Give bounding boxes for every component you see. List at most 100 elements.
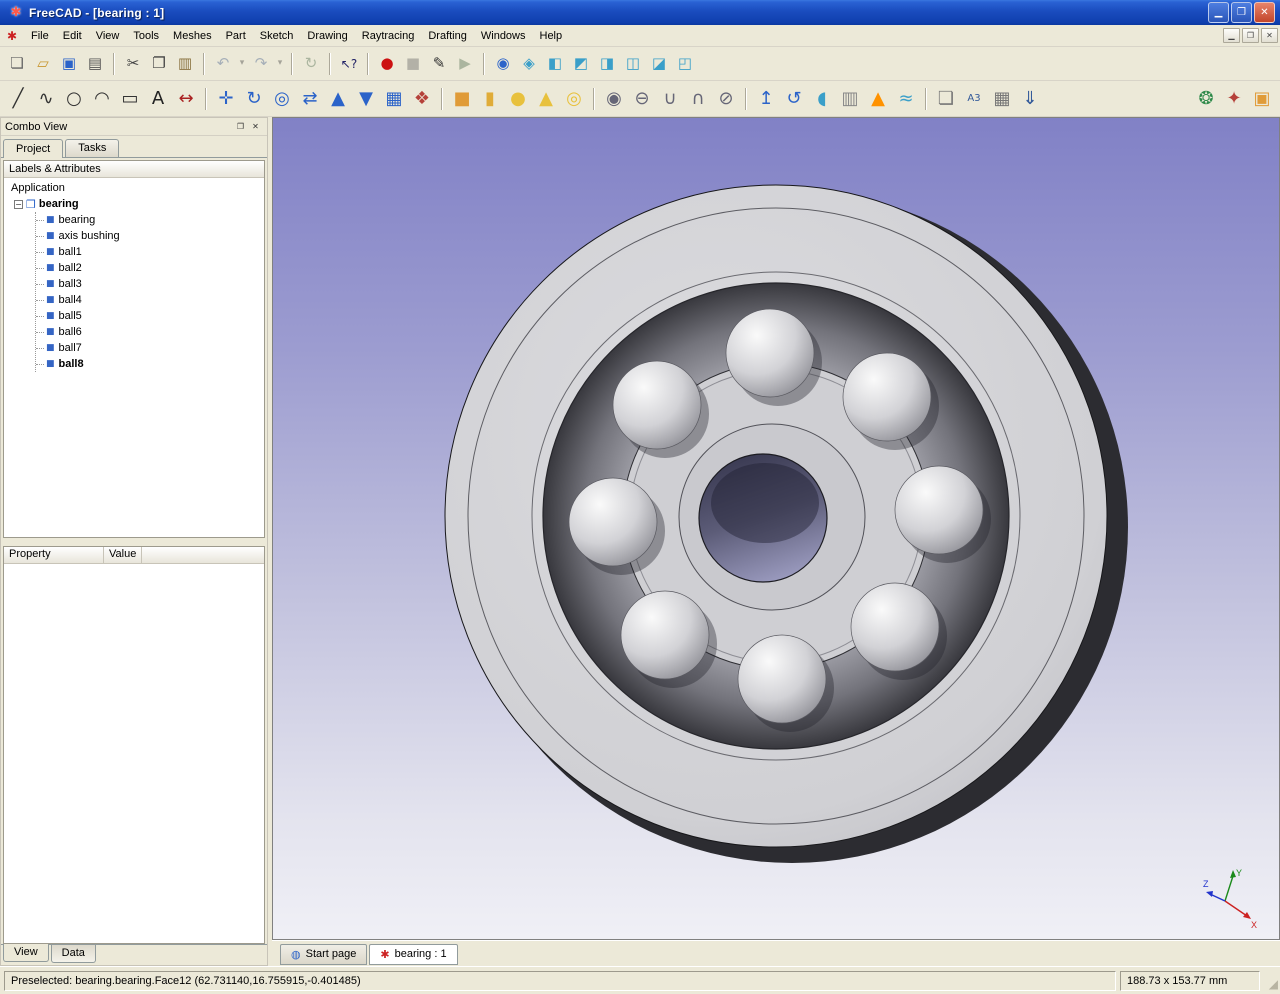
draft-dimension-button[interactable]: ↔ xyxy=(172,85,200,113)
menu-view[interactable]: View xyxy=(89,27,127,45)
copy-button[interactable]: ❐ xyxy=(146,51,172,77)
part-check-geometry-button[interactable]: ▲ xyxy=(864,85,892,113)
resize-grip[interactable]: ◢ xyxy=(1262,971,1278,991)
tree-item-ball3[interactable]: ■ ball3 xyxy=(36,276,264,292)
menu-drawing[interactable]: Drawing xyxy=(300,27,354,45)
macro-stop-button[interactable]: ■ xyxy=(400,51,426,77)
redo-dropdown[interactable]: ▾ xyxy=(274,51,286,77)
view-axonometric-button[interactable]: ◈ xyxy=(516,51,542,77)
document-window-icon[interactable]: ✱ xyxy=(4,28,20,44)
menu-drafting[interactable]: Drafting xyxy=(421,27,474,45)
print-button[interactable]: ▤ xyxy=(82,51,108,77)
part-cylinder-button[interactable]: ▮ xyxy=(476,85,504,113)
draft-trimex-button[interactable]: ⇄ xyxy=(296,85,324,113)
drawing-export-page-button[interactable]: ⇓ xyxy=(1016,85,1044,113)
window-minimize-button[interactable]: ▁ xyxy=(1208,2,1229,23)
draft-downgrade-button[interactable]: ▼ xyxy=(352,85,380,113)
view-front-button[interactable]: ◧ xyxy=(542,51,568,77)
whats-this-button[interactable]: ↖? xyxy=(336,51,362,77)
tree-item-ball5[interactable]: ■ ball5 xyxy=(36,308,264,324)
combo-view-titlebar[interactable]: Combo View ❐ ✕ xyxy=(1,118,267,136)
undo-button[interactable]: ↶ xyxy=(210,51,236,77)
child-minimize-button[interactable]: ▁ xyxy=(1223,28,1240,43)
refresh-button[interactable]: ↻ xyxy=(298,51,324,77)
child-close-button[interactable]: ✕ xyxy=(1261,28,1278,43)
window-titlebar[interactable]: ✱ FreeCAD - [bearing : 1] ▁ ❐ ✕ xyxy=(0,0,1280,25)
tab-bearing-document[interactable]: ✱ bearing : 1 xyxy=(369,944,457,965)
part-box-button[interactable]: ■ xyxy=(448,85,476,113)
draft-scale-button[interactable]: ▦ xyxy=(380,85,408,113)
menu-meshes[interactable]: Meshes xyxy=(166,27,219,45)
draft-text-button[interactable]: A xyxy=(144,85,172,113)
tree-item-application[interactable]: Application xyxy=(8,180,264,196)
view-top-button[interactable]: ◩ xyxy=(568,51,594,77)
draft-rotate-button[interactable]: ↻ xyxy=(240,85,268,113)
draft-rectangle-button[interactable]: ▭ xyxy=(116,85,144,113)
raytracing-new-project-button[interactable]: ❂ xyxy=(1192,85,1220,113)
drawing-new-page-button[interactable]: ❏ xyxy=(932,85,960,113)
part-cross-sections-button[interactable]: ▥ xyxy=(836,85,864,113)
tree-item-bearing-document[interactable]: − ❒ bearing xyxy=(8,196,264,212)
paste-button[interactable]: ▥ xyxy=(172,51,198,77)
menu-file[interactable]: File xyxy=(24,27,56,45)
menu-help[interactable]: Help xyxy=(533,27,570,45)
part-cone-button[interactable]: ▲ xyxy=(532,85,560,113)
view-left-button[interactable]: ◰ xyxy=(672,51,698,77)
value-column-header[interactable]: Value xyxy=(104,547,142,563)
window-restore-button[interactable]: ❐ xyxy=(1231,2,1252,23)
menu-raytracing[interactable]: Raytracing xyxy=(355,27,422,45)
property-column-header[interactable]: Property xyxy=(4,547,104,563)
part-torus-button[interactable]: ◎ xyxy=(560,85,588,113)
tree-item-ball8[interactable]: ■ ball8 xyxy=(36,356,264,372)
bearing-model[interactable] xyxy=(273,118,1280,941)
tab-data[interactable]: Data xyxy=(51,945,96,963)
menu-tools[interactable]: Tools xyxy=(126,27,166,45)
cut-button[interactable]: ✂ xyxy=(120,51,146,77)
draft-apply-style-button[interactable]: ❖ xyxy=(408,85,436,113)
tab-tasks[interactable]: Tasks xyxy=(65,139,119,157)
part-boolean-button[interactable]: ◉ xyxy=(600,85,628,113)
view-right-button[interactable]: ◨ xyxy=(594,51,620,77)
tab-project[interactable]: Project xyxy=(3,139,63,158)
draft-wire-button[interactable]: ∿ xyxy=(32,85,60,113)
part-sphere-button[interactable]: ● xyxy=(504,85,532,113)
part-revolve-button[interactable]: ↺ xyxy=(780,85,808,113)
part-loft-button[interactable]: ≈ xyxy=(892,85,920,113)
property-table-body[interactable] xyxy=(4,564,264,943)
menu-windows[interactable]: Windows xyxy=(474,27,533,45)
tree-item-bearing[interactable]: ■ bearing xyxy=(36,212,264,228)
new-document-button[interactable]: ❏ xyxy=(4,51,30,77)
tab-start-page[interactable]: ◍ Start page xyxy=(280,944,367,965)
tree-item-ball6[interactable]: ■ ball6 xyxy=(36,324,264,340)
part-cut-button[interactable]: ⊖ xyxy=(628,85,656,113)
open-document-button[interactable]: ▱ xyxy=(30,51,56,77)
expander-collapse-icon[interactable]: − xyxy=(14,200,23,209)
window-close-button[interactable]: ✕ xyxy=(1254,2,1275,23)
part-common-button[interactable]: ∩ xyxy=(684,85,712,113)
part-fuse-button[interactable]: ∪ xyxy=(656,85,684,113)
part-extrude-button[interactable]: ↥ xyxy=(752,85,780,113)
drawing-a3-landscape-button[interactable]: A3 xyxy=(960,85,988,113)
part-fillet-button[interactable]: ◖ xyxy=(808,85,836,113)
panel-close-button[interactable]: ✕ xyxy=(248,120,263,134)
save-document-button[interactable]: ▣ xyxy=(56,51,82,77)
draft-upgrade-button[interactable]: ▲ xyxy=(324,85,352,113)
tree-item-ball2[interactable]: ■ ball2 xyxy=(36,260,264,276)
raytracing-insert-part-button[interactable]: ✦ xyxy=(1220,85,1248,113)
tree-item-ball7[interactable]: ■ ball7 xyxy=(36,340,264,356)
tab-view[interactable]: View xyxy=(3,944,49,962)
menu-sketch[interactable]: Sketch xyxy=(253,27,301,45)
child-restore-button[interactable]: ❐ xyxy=(1242,28,1259,43)
part-section-button[interactable]: ⊘ xyxy=(712,85,740,113)
draft-offset-button[interactable]: ◎ xyxy=(268,85,296,113)
macro-execute-button[interactable]: ▶ xyxy=(452,51,478,77)
macro-edit-button[interactable]: ✎ xyxy=(426,51,452,77)
draft-line-button[interactable]: ╱ xyxy=(4,85,32,113)
menu-edit[interactable]: Edit xyxy=(56,27,89,45)
menu-part[interactable]: Part xyxy=(219,27,253,45)
tree-item-ball4[interactable]: ■ ball4 xyxy=(36,292,264,308)
tree-item-axis-bushing[interactable]: ■ axis bushing xyxy=(36,228,264,244)
draft-circle-button[interactable]: ○ xyxy=(60,85,88,113)
redo-button[interactable]: ↷ xyxy=(248,51,274,77)
drawing-insert-view-button[interactable]: ▦ xyxy=(988,85,1016,113)
